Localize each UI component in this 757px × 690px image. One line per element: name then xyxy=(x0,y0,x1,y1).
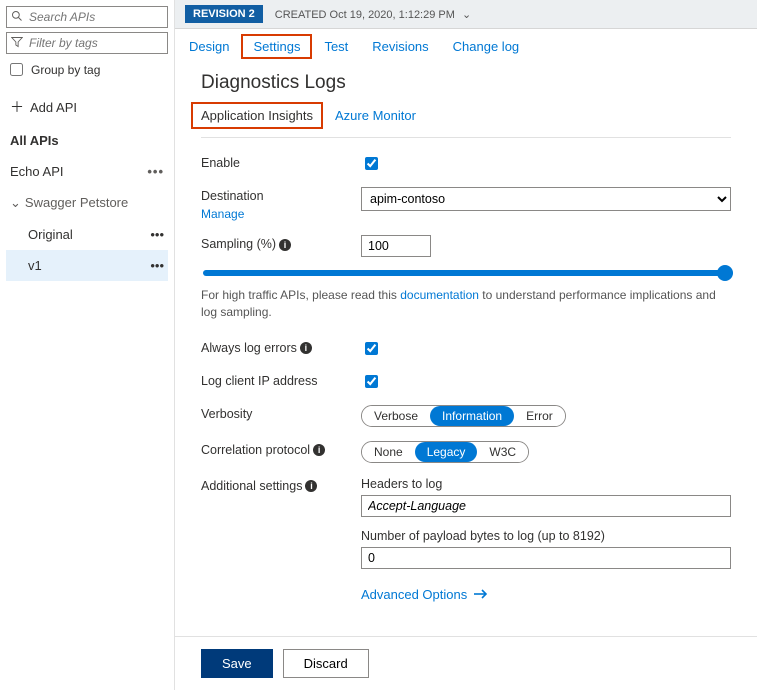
filter-tags-input[interactable] xyxy=(6,32,168,54)
v1-menu-icon[interactable]: ••• xyxy=(150,258,164,273)
plus-icon: ＋ xyxy=(10,97,24,117)
info-icon[interactable]: i xyxy=(305,480,317,492)
main-panel: REVISION 2 CREATED Oct 19, 2020, 1:12:29… xyxy=(175,0,757,690)
correlation-group: None Legacy W3C xyxy=(361,441,529,463)
info-icon[interactable]: i xyxy=(313,444,325,456)
destination-label: Destination Manage xyxy=(201,187,361,221)
revision-bar: REVISION 2 CREATED Oct 19, 2020, 1:12:29… xyxy=(175,0,757,29)
sidebar-item-original[interactable]: Original ••• xyxy=(6,219,168,250)
chevron-down-icon: ⌄ xyxy=(10,195,21,211)
sidebar-item-all-apis[interactable]: All APIs xyxy=(6,125,168,156)
tab-test[interactable]: Test xyxy=(324,39,348,54)
correlation-w3c[interactable]: W3C xyxy=(477,442,528,462)
sidebar-item-swagger-petstore[interactable]: ⌄Swagger Petstore xyxy=(6,187,168,219)
additional-settings-label: Additional settingsi xyxy=(201,477,361,493)
button-bar: Save Discard xyxy=(175,636,757,690)
verbosity-verbose[interactable]: Verbose xyxy=(362,406,430,426)
sampling-slider[interactable] xyxy=(203,270,733,276)
arrow-right-icon xyxy=(473,588,489,600)
verbosity-information[interactable]: Information xyxy=(430,406,514,426)
always-log-errors-label: Always log errorsi xyxy=(201,339,361,355)
group-by-tag-row: Group by tag xyxy=(6,60,168,79)
chevron-down-icon: ⌄ xyxy=(462,9,471,21)
group-by-tag-label: Group by tag xyxy=(31,63,100,77)
page-title: Diagnostics Logs xyxy=(201,72,731,94)
discard-button[interactable]: Discard xyxy=(283,649,369,678)
add-api-label: Add API xyxy=(30,100,77,115)
diagnostics-subtabs: Application Insights Azure Monitor xyxy=(201,108,731,138)
headers-to-log-input[interactable] xyxy=(361,495,731,517)
sampling-note: For high traffic APIs, please read this … xyxy=(201,287,731,321)
original-menu-icon[interactable]: ••• xyxy=(150,227,164,242)
correlation-legacy[interactable]: Legacy xyxy=(415,442,478,462)
subtab-azure-monitor[interactable]: Azure Monitor xyxy=(335,108,416,129)
log-client-ip-checkbox[interactable] xyxy=(365,375,378,388)
manage-link[interactable]: Manage xyxy=(201,207,244,221)
info-icon[interactable]: i xyxy=(279,239,291,251)
tab-design[interactable]: Design xyxy=(189,39,229,54)
verbosity-error[interactable]: Error xyxy=(514,406,565,426)
sampling-label: Sampling (%)i xyxy=(201,235,361,251)
group-by-tag-checkbox[interactable] xyxy=(10,63,23,76)
correlation-label: Correlation protocoli xyxy=(201,441,361,457)
documentation-link[interactable]: documentation xyxy=(400,288,479,302)
verbosity-group: Verbose Information Error xyxy=(361,405,566,427)
filter-tags-wrap xyxy=(6,32,168,54)
tab-settings[interactable]: Settings xyxy=(241,34,312,59)
correlation-none[interactable]: None xyxy=(362,442,415,462)
search-apis-input[interactable] xyxy=(6,6,168,28)
main-tabs: Design Settings Test Revisions Change lo… xyxy=(175,29,757,62)
sidebar-item-v1[interactable]: v1 ••• xyxy=(6,250,168,281)
destination-select[interactable]: apim-contoso xyxy=(361,187,731,211)
verbosity-label: Verbosity xyxy=(201,405,361,421)
headers-to-log-label: Headers to log xyxy=(361,477,731,491)
payload-bytes-input[interactable] xyxy=(361,547,731,569)
sidebar-item-echo-api[interactable]: Echo API ••• xyxy=(6,156,168,187)
add-api-button[interactable]: ＋ Add API xyxy=(6,89,168,125)
save-button[interactable]: Save xyxy=(201,649,273,678)
tab-revisions[interactable]: Revisions xyxy=(372,39,428,54)
echo-api-menu-icon[interactable]: ••• xyxy=(147,164,164,179)
revision-badge: REVISION 2 xyxy=(185,5,263,23)
sampling-input[interactable] xyxy=(361,235,431,257)
content: Diagnostics Logs Application Insights Az… xyxy=(175,62,757,616)
info-icon[interactable]: i xyxy=(300,342,312,354)
tab-change-log[interactable]: Change log xyxy=(453,39,520,54)
search-icon xyxy=(11,10,23,22)
always-log-errors-checkbox[interactable] xyxy=(365,342,378,355)
search-apis-wrap xyxy=(6,6,168,28)
enable-label: Enable xyxy=(201,154,361,170)
enable-checkbox[interactable] xyxy=(365,157,378,170)
filter-icon xyxy=(11,36,23,48)
created-timestamp[interactable]: CREATED Oct 19, 2020, 1:12:29 PM ⌄ xyxy=(275,8,471,21)
payload-bytes-label: Number of payload bytes to log (up to 81… xyxy=(361,529,731,543)
advanced-options-link[interactable]: Advanced Options xyxy=(361,587,731,602)
subtab-application-insights[interactable]: Application Insights xyxy=(191,102,323,129)
log-client-ip-label: Log client IP address xyxy=(201,372,361,388)
sidebar: Group by tag ＋ Add API All APIs Echo API… xyxy=(0,0,175,690)
